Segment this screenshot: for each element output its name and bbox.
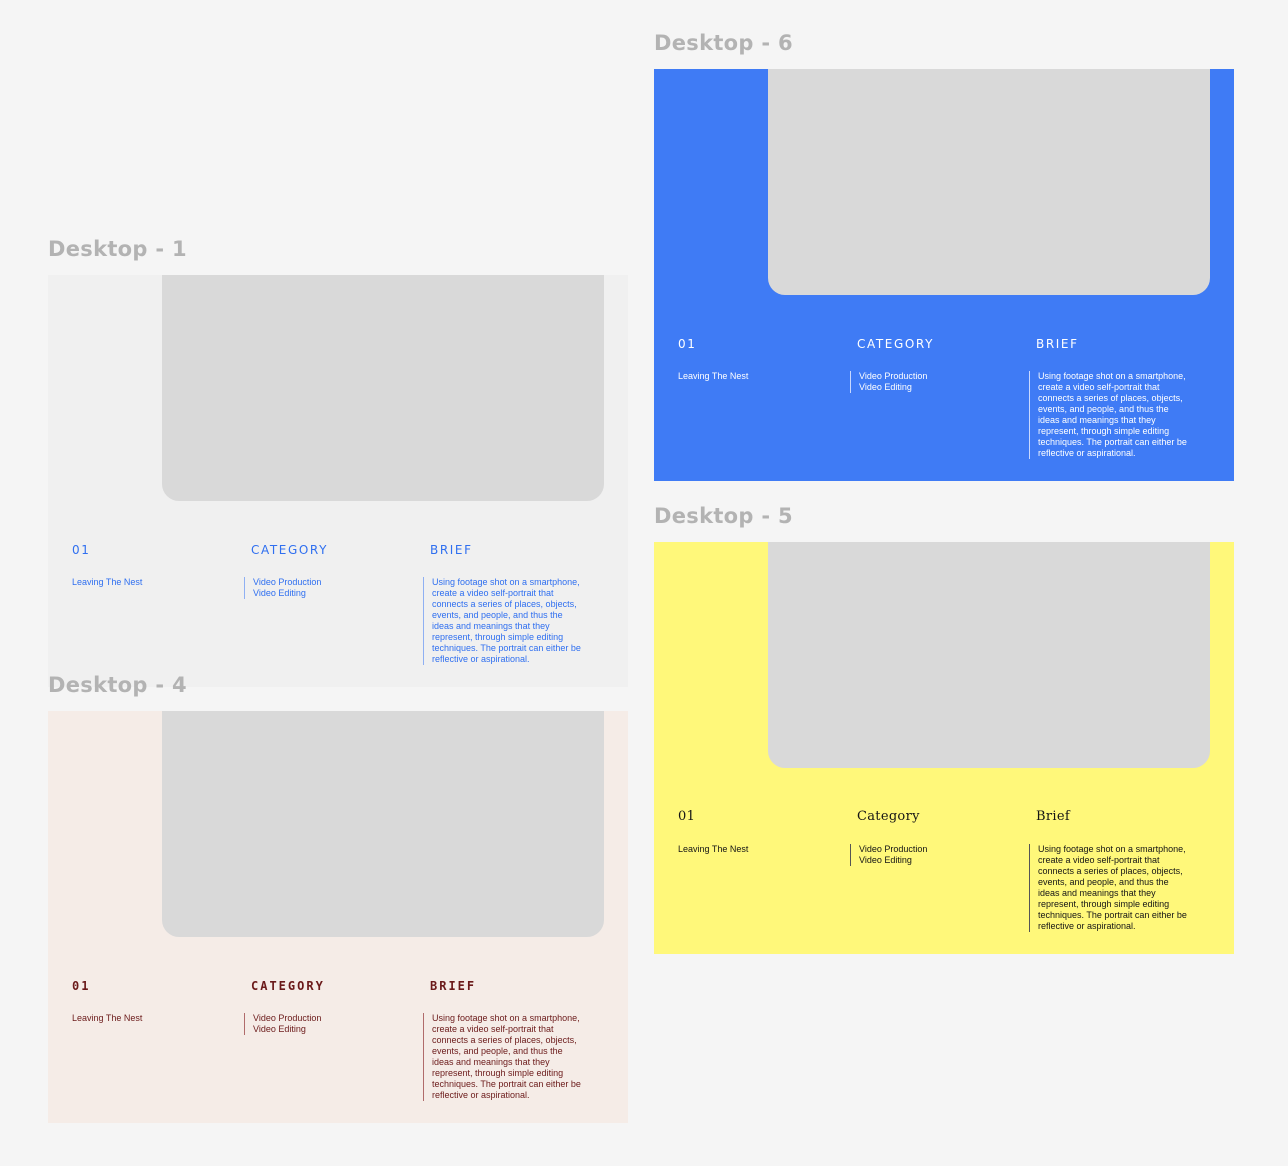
brief-text: Using footage shot on a smartphone, crea… bbox=[1029, 844, 1206, 932]
category-heading: CATEGORY bbox=[251, 543, 329, 557]
project-number: 01 bbox=[72, 979, 91, 993]
image-placeholder bbox=[768, 69, 1210, 295]
frame-desktop-1[interactable]: 01 CATEGORY BRIEF Leaving The Nest Video… bbox=[48, 275, 628, 687]
project-title: Leaving The Nest bbox=[678, 371, 749, 381]
category-item: Video Editing bbox=[859, 382, 912, 392]
category-list: Video Production Video Editing bbox=[850, 371, 1019, 393]
category-item: Video Production bbox=[859, 371, 928, 381]
image-placeholder bbox=[162, 275, 604, 501]
category-item: Video Production bbox=[253, 577, 322, 587]
image-placeholder bbox=[768, 542, 1210, 768]
project-title: Leaving The Nest bbox=[72, 1013, 143, 1023]
project-number: 01 bbox=[678, 337, 697, 351]
category-list: Video Production Video Editing bbox=[244, 1013, 413, 1035]
frame-label-desktop-6[interactable]: Desktop - 6 bbox=[654, 31, 793, 55]
category-item: Video Production bbox=[253, 1013, 322, 1023]
frame-label-desktop-4[interactable]: Desktop - 4 bbox=[48, 673, 187, 697]
project-title: Leaving The Nest bbox=[72, 577, 143, 587]
brief-heading: Brief bbox=[1036, 809, 1070, 824]
frame-desktop-4[interactable]: 01 CATEGORY BRIEF Leaving The Nest Video… bbox=[48, 711, 628, 1123]
project-number: 01 bbox=[678, 809, 696, 824]
frame-label-desktop-5[interactable]: Desktop - 5 bbox=[654, 504, 793, 528]
brief-text: Using footage shot on a smartphone, crea… bbox=[423, 577, 600, 665]
category-item: Video Editing bbox=[253, 1024, 306, 1034]
category-item: Video Editing bbox=[859, 855, 912, 865]
frame-desktop-5[interactable]: 01 Category Brief Leaving The Nest Video… bbox=[654, 542, 1234, 954]
category-list: Video Production Video Editing bbox=[850, 844, 1019, 866]
category-heading: Category bbox=[857, 809, 920, 824]
brief-text: Using footage shot on a smartphone, crea… bbox=[423, 1013, 600, 1101]
project-title: Leaving The Nest bbox=[678, 844, 749, 854]
image-placeholder bbox=[162, 711, 604, 937]
brief-text: Using footage shot on a smartphone, crea… bbox=[1029, 371, 1206, 459]
brief-heading: BRIEF bbox=[430, 543, 473, 557]
brief-heading: BRIEF bbox=[430, 979, 477, 993]
category-heading: CATEGORY bbox=[857, 337, 935, 351]
category-item: Video Editing bbox=[253, 588, 306, 598]
category-item: Video Production bbox=[859, 844, 928, 854]
brief-heading: BRIEF bbox=[1036, 337, 1079, 351]
category-heading: CATEGORY bbox=[251, 979, 325, 993]
project-number: 01 bbox=[72, 543, 91, 557]
frame-label-desktop-1[interactable]: Desktop - 1 bbox=[48, 237, 187, 261]
frame-desktop-6[interactable]: 01 CATEGORY BRIEF Leaving The Nest Video… bbox=[654, 69, 1234, 481]
category-list: Video Production Video Editing bbox=[244, 577, 413, 599]
